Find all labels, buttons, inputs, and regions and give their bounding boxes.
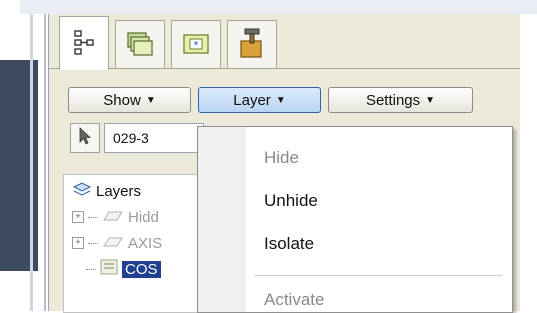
- layer-list-icon: [100, 259, 118, 279]
- svg-text:*: *: [194, 40, 199, 51]
- tab-tools[interactable]: [227, 20, 277, 68]
- menu-item-hide: Hide: [264, 148, 299, 167]
- menu-item-isolate[interactable]: Isolate: [264, 234, 314, 254]
- toolbox-icon: [236, 27, 268, 63]
- chevron-down-icon: ▼: [145, 94, 156, 106]
- splitter[interactable]: [30, 14, 33, 311]
- menu-item-unhide[interactable]: Unhide: [264, 191, 318, 211]
- layers-icon: [72, 181, 92, 201]
- menu-item-activate: Activate: [264, 290, 325, 309]
- splitter-edge: [44, 14, 46, 311]
- layer-button-label: Layer: [233, 91, 271, 109]
- tree-connector: [86, 268, 96, 270]
- layer-shape-icon: [102, 235, 124, 252]
- folders-icon: [125, 29, 155, 61]
- tree-item-label: COS: [122, 260, 161, 278]
- tree-connector: [88, 216, 98, 218]
- tree-item[interactable]: + Hidd: [72, 205, 159, 229]
- level-combo-value: 029-3: [113, 130, 149, 146]
- level-combo[interactable]: 029-3: [104, 123, 204, 153]
- tree-item[interactable]: + AXIS: [72, 231, 162, 255]
- layer-shape-icon: [102, 209, 124, 226]
- settings-button-label: Settings: [365, 91, 421, 109]
- menu-icon-gutter: [198, 127, 246, 312]
- tree-root[interactable]: Layers: [72, 179, 141, 203]
- hierarchy-icon: [73, 29, 95, 59]
- menu-separator: [254, 275, 502, 276]
- expand-icon[interactable]: +: [72, 237, 84, 249]
- show-button[interactable]: Show ▼: [68, 87, 191, 113]
- tree-item[interactable]: COS: [86, 257, 161, 281]
- show-button-label: Show: [103, 91, 141, 109]
- settings-button[interactable]: Settings ▼: [328, 87, 473, 113]
- layer-menu: Hide Unhide Isolate Activate: [197, 126, 513, 313]
- chevron-down-icon: ▼: [425, 94, 436, 106]
- tree-connector: [88, 242, 98, 244]
- expand-icon[interactable]: +: [72, 211, 84, 223]
- tab-starred[interactable]: *: [171, 20, 221, 68]
- pointer-icon: [78, 127, 92, 149]
- top-bar: [20, 0, 537, 14]
- tab-folders[interactable]: [115, 20, 165, 68]
- tree-item-label: AXIS: [128, 234, 163, 252]
- tree-root-label: Layers: [96, 182, 142, 200]
- tree-item-label: Hidd: [128, 208, 159, 226]
- select-tool-button[interactable]: [70, 123, 100, 153]
- chevron-down-icon: ▼: [275, 94, 286, 106]
- tab-baseline: [49, 68, 521, 69]
- layer-button[interactable]: Layer ▼: [198, 87, 321, 113]
- right-margin: [520, 14, 537, 311]
- tab-hierarchy[interactable]: [59, 16, 109, 70]
- star-folder-icon: *: [181, 30, 211, 60]
